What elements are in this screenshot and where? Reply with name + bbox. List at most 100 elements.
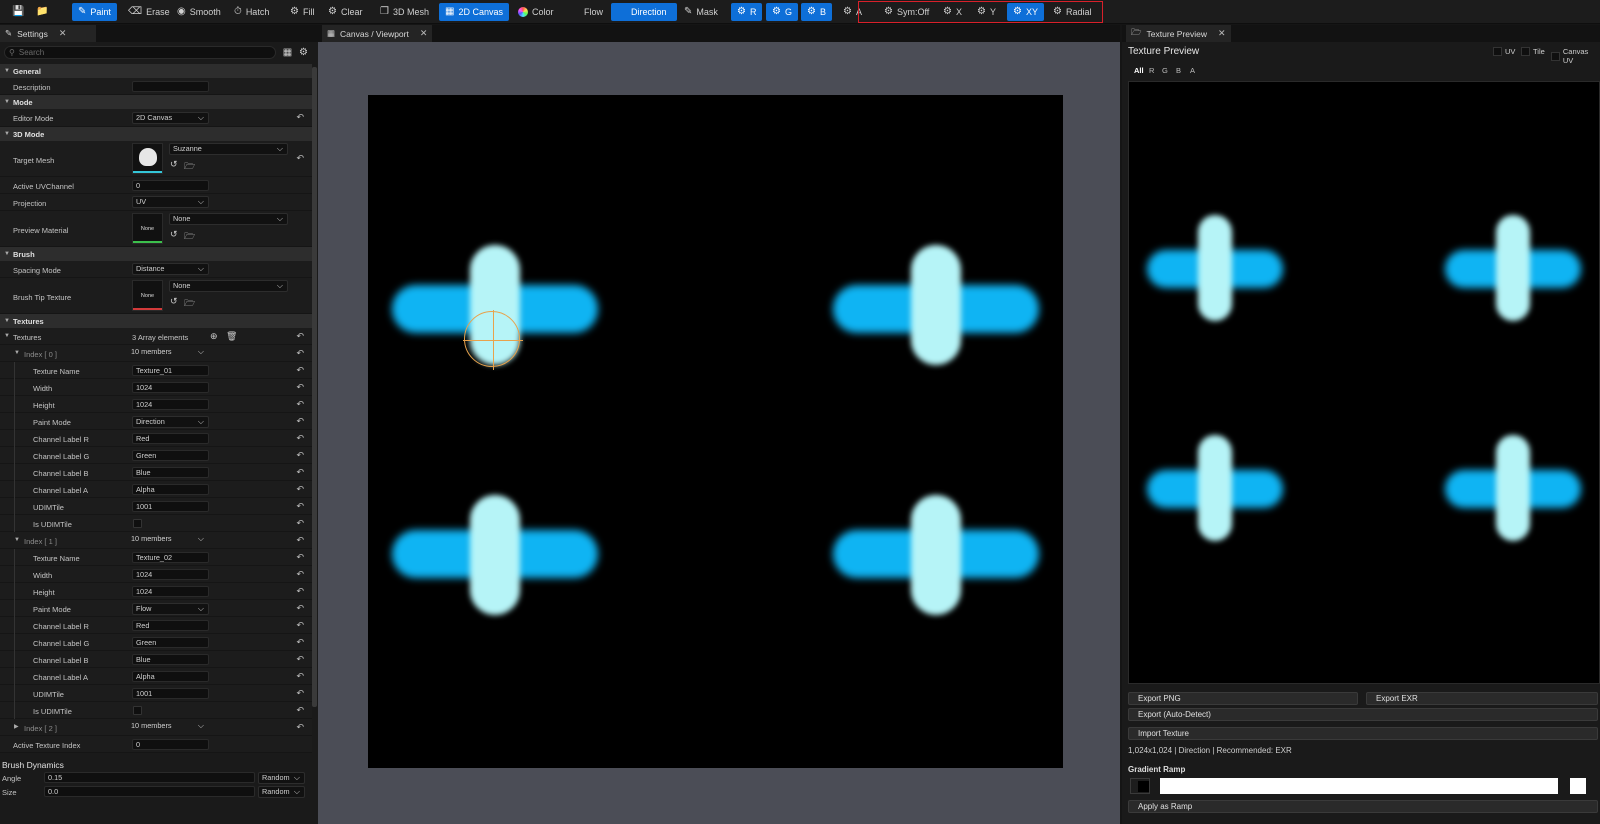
section-3d-mode[interactable]: 3D Mode xyxy=(0,127,312,141)
section-brush[interactable]: Brush xyxy=(0,247,312,261)
reset-icon[interactable]: ↶ xyxy=(296,484,304,495)
add-element-icon[interactable]: ⊕ xyxy=(210,331,218,342)
spacing-mode-dropdown[interactable]: Distance xyxy=(132,263,209,275)
material-thumbnail[interactable]: None xyxy=(132,213,163,244)
settings-scrollbar[interactable] xyxy=(312,67,317,707)
reset-icon[interactable]: ↶ xyxy=(296,654,304,665)
tile-checkbox[interactable] xyxy=(1521,47,1530,56)
reset-icon[interactable]: ↶ xyxy=(296,603,304,614)
section-mode[interactable]: Mode xyxy=(0,95,312,109)
close-icon[interactable]: ✕ xyxy=(420,28,428,39)
close-icon[interactable]: ✕ xyxy=(1218,28,1226,39)
projection-dropdown[interactable]: UV xyxy=(132,196,209,208)
ch-g-field[interactable]: Green xyxy=(132,637,209,648)
reset-icon[interactable]: ↶ xyxy=(296,365,304,376)
reset-icon[interactable]: ↶ xyxy=(296,467,304,478)
ch-g-field[interactable]: Green xyxy=(132,450,209,461)
udim-checkbox[interactable] xyxy=(133,706,142,715)
height-field[interactable]: 1024 xyxy=(132,586,209,597)
canvas-uv-toggle[interactable]: Canvas UV xyxy=(1551,47,1600,65)
flow-mode-button[interactable]: Flow xyxy=(578,3,609,21)
reset-icon[interactable]: ↶ xyxy=(296,518,304,529)
uv-toggle[interactable]: UV xyxy=(1493,47,1515,56)
ramp-stop-white[interactable] xyxy=(1570,778,1586,794)
color-button[interactable]: Color xyxy=(512,3,560,21)
udim-field[interactable]: 1001 xyxy=(132,688,209,699)
hatch-tool-button[interactable]: ⏱ Hatch xyxy=(228,3,275,21)
export-auto-button[interactable]: Export (Auto-Detect) xyxy=(1128,708,1598,721)
reset-icon[interactable]: ↶ xyxy=(296,671,304,682)
search-input[interactable]: ⚲ Search xyxy=(4,46,276,59)
reset-icon[interactable]: ↶ xyxy=(296,705,304,716)
reset-icon[interactable]: ↶ xyxy=(296,348,304,359)
section-general[interactable]: General xyxy=(0,64,312,78)
expand-arrow-icon[interactable]: ▼ xyxy=(4,333,10,339)
index-1-members-dropdown[interactable]: 10 members xyxy=(128,534,208,546)
3d-mesh-button[interactable]: ❐ 3D Mesh xyxy=(374,3,435,21)
browse-icon[interactable]: ↺ xyxy=(170,296,178,307)
apply-ramp-button[interactable]: Apply as Ramp xyxy=(1128,800,1598,813)
reset-icon[interactable]: ↶ xyxy=(296,637,304,648)
angle-mode-dropdown[interactable]: Random xyxy=(258,772,305,784)
mesh-thumbnail[interactable] xyxy=(132,143,163,174)
export-exr-button[interactable]: Export EXR xyxy=(1366,692,1598,705)
target-mesh-dropdown[interactable]: Suzanne xyxy=(169,143,288,155)
description-field[interactable] xyxy=(132,81,209,92)
channel-g-button[interactable]: G xyxy=(1162,66,1168,75)
angle-slider[interactable]: 0.15 xyxy=(44,772,255,783)
reset-icon[interactable]: ↶ xyxy=(296,433,304,444)
ch-r-field[interactable]: Red xyxy=(132,433,209,444)
gradient-ramp-bar[interactable] xyxy=(1160,778,1558,794)
channel-b-button[interactable]: B xyxy=(1176,66,1181,75)
ch-a-field[interactable]: Alpha xyxy=(132,671,209,682)
size-mode-dropdown[interactable]: Random xyxy=(258,786,305,798)
symmetry-off-button[interactable]: ⚙ Sym:Off xyxy=(878,3,935,21)
texture-name-field[interactable]: Texture_02 xyxy=(132,552,209,563)
paint-tool-button[interactable]: ✎ Paint xyxy=(72,3,117,21)
tab-settings[interactable]: ✎ Settings ✕ xyxy=(0,25,96,42)
export-png-button[interactable]: Export PNG xyxy=(1128,692,1358,705)
tab-canvas-viewport[interactable]: ▦ Canvas / Viewport ✕ xyxy=(322,25,433,42)
2d-canvas-button[interactable]: ▦ 2D Canvas xyxy=(439,3,509,21)
channel-r-button[interactable]: R xyxy=(1149,66,1154,75)
symmetry-xy-button[interactable]: ⚙ XY xyxy=(1007,3,1044,21)
reset-icon[interactable]: ↶ xyxy=(296,569,304,580)
channel-a-button[interactable]: A xyxy=(1190,66,1195,75)
browse-icon[interactable]: ↺ xyxy=(170,229,178,240)
save-as-button[interactable]: 📁 xyxy=(30,3,54,21)
table-view-icon[interactable]: ▦ xyxy=(282,47,293,58)
reset-icon[interactable]: ↶ xyxy=(296,416,304,427)
uv-checkbox[interactable] xyxy=(1493,47,1502,56)
reset-icon[interactable]: ↶ xyxy=(296,153,304,164)
reset-icon[interactable]: ↶ xyxy=(296,501,304,512)
symmetry-y-button[interactable]: ⚙ Y xyxy=(971,3,1002,21)
editor-mode-dropdown[interactable]: 2D Canvas xyxy=(132,112,209,124)
ramp-stop-black[interactable] xyxy=(1130,778,1150,794)
mask-mode-button[interactable]: ✎ Mask xyxy=(678,3,724,21)
channel-g-toggle[interactable]: ⚙ G xyxy=(766,3,798,21)
udim-field[interactable]: 1001 xyxy=(132,501,209,512)
collapsed-arrow-icon[interactable]: ▶ xyxy=(14,723,19,730)
import-texture-button[interactable]: Import Texture xyxy=(1128,727,1598,740)
reset-icon[interactable]: ↶ xyxy=(296,382,304,393)
save-button[interactable]: 💾 xyxy=(6,3,30,21)
height-field[interactable]: 1024 xyxy=(132,399,209,410)
reset-icon[interactable]: ↶ xyxy=(296,450,304,461)
width-field[interactable]: 1024 xyxy=(132,382,209,393)
size-slider[interactable]: 0.0 xyxy=(44,786,255,797)
brush-tip-thumbnail[interactable]: None xyxy=(132,280,163,311)
texture-preview-image[interactable] xyxy=(1128,81,1600,684)
reset-icon[interactable]: ↶ xyxy=(296,688,304,699)
channel-all-button[interactable]: All xyxy=(1134,66,1144,75)
tile-toggle[interactable]: Tile xyxy=(1521,47,1545,56)
index-0-members-dropdown[interactable]: 10 members xyxy=(128,347,208,359)
reset-icon[interactable]: ↶ xyxy=(296,331,304,342)
reset-icon[interactable]: ↶ xyxy=(296,399,304,410)
reset-icon[interactable]: ↶ xyxy=(296,552,304,563)
channel-b-toggle[interactable]: ⚙ B xyxy=(801,3,832,21)
section-textures[interactable]: Textures xyxy=(0,314,312,328)
tab-texture-preview[interactable]: 🗁 Texture Preview ✕ xyxy=(1126,25,1231,42)
reset-icon[interactable]: ↶ xyxy=(296,586,304,597)
uv-channel-field[interactable]: 0 xyxy=(132,180,209,191)
symmetry-x-button[interactable]: ⚙ X xyxy=(937,3,968,21)
